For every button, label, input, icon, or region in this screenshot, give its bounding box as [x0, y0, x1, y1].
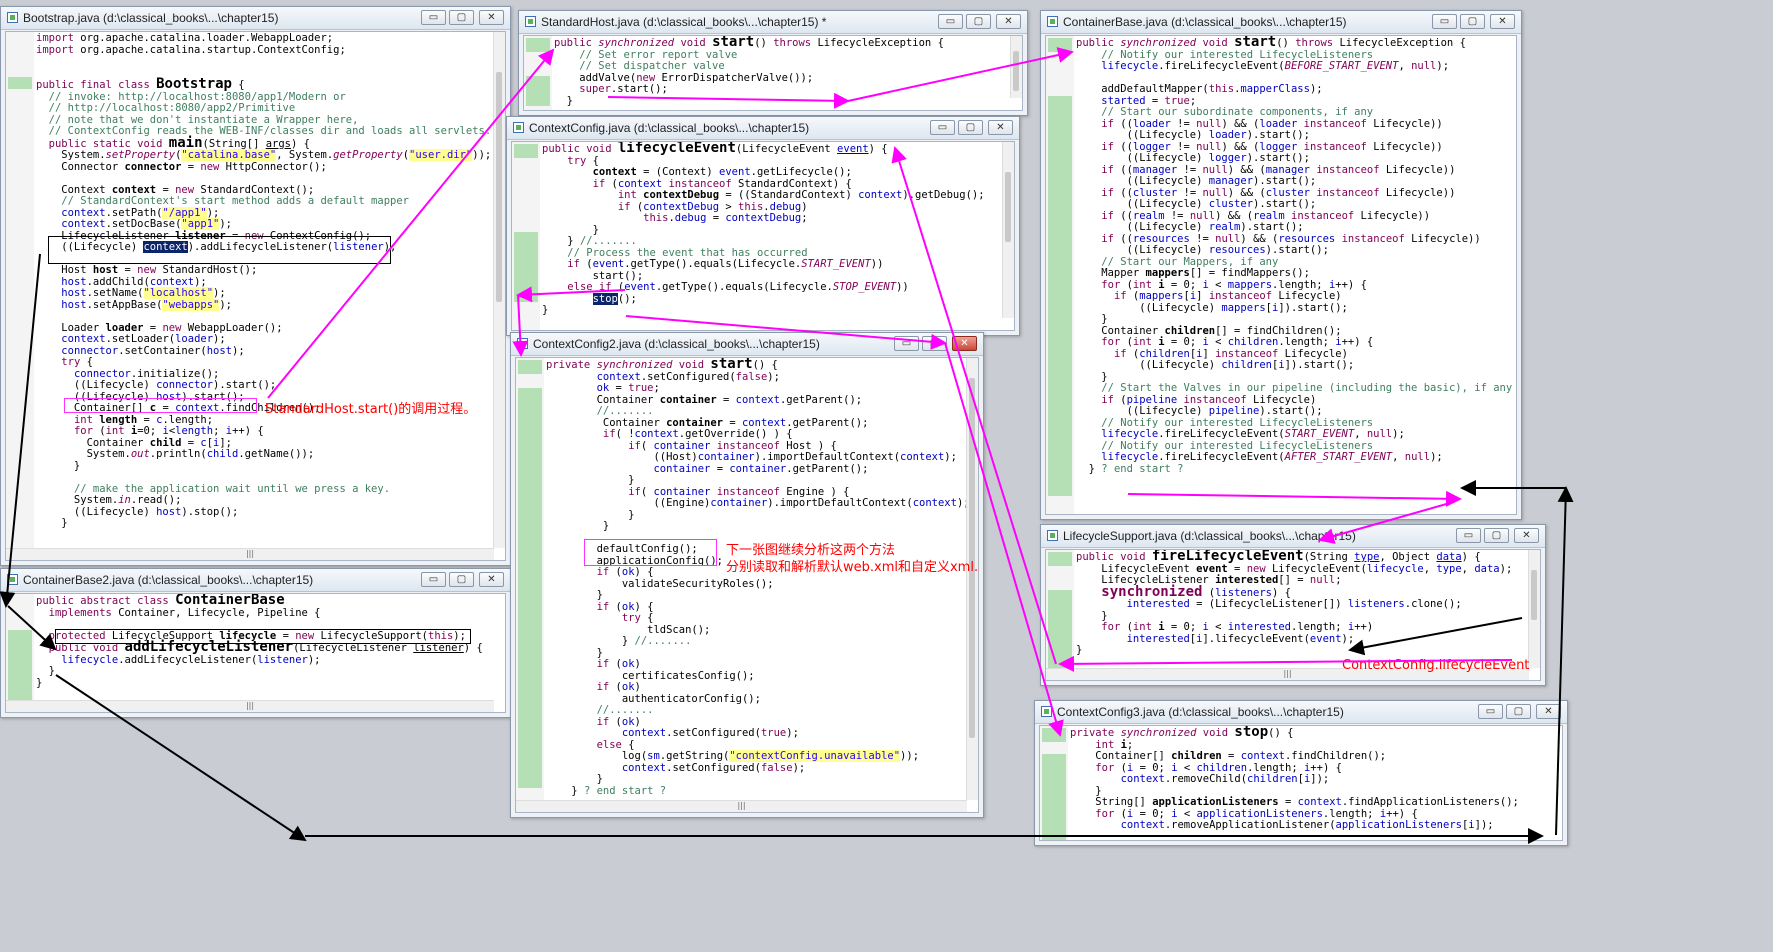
- flow-arrows-overlay: [0, 47, 1574, 844]
- black-arrows: [0, 253, 1574, 844]
- arrow-to-lifecyclesupport: [1318, 502, 1451, 544]
- arrow-to-addlifecyclelistener: [7, 605, 57, 651]
- arrow-contextconfig-event: [891, 146, 1057, 665]
- arrow-after-start-event: [1127, 490, 1462, 507]
- arrow-stop-to-contextconfig3: [625, 315, 947, 350]
- arrow-right-edge-up: [1555, 486, 1574, 836]
- arrow-super-start-to-annotation: [607, 92, 850, 109]
- arrow-addlistener-to-lifecyclesupport: [55, 674, 307, 842]
- arrow-host-start-to-standardhost: [267, 48, 555, 399]
- arrow-start-to-contextconfig2: [516, 286, 626, 303]
- arrow-stop-down: [944, 342, 1064, 737]
- arrow-listener-to-containerbase2: [0, 253, 41, 608]
- arrow-start-down: [512, 294, 529, 357]
- arrow-fire-to-contextconfig: [1058, 655, 1513, 672]
- magenta-arrows: [267, 47, 1513, 737]
- arrow-super-start-to-containerbase: [847, 47, 1074, 102]
- arrow-to-lifecycle-event-call: [1348, 617, 1523, 656]
